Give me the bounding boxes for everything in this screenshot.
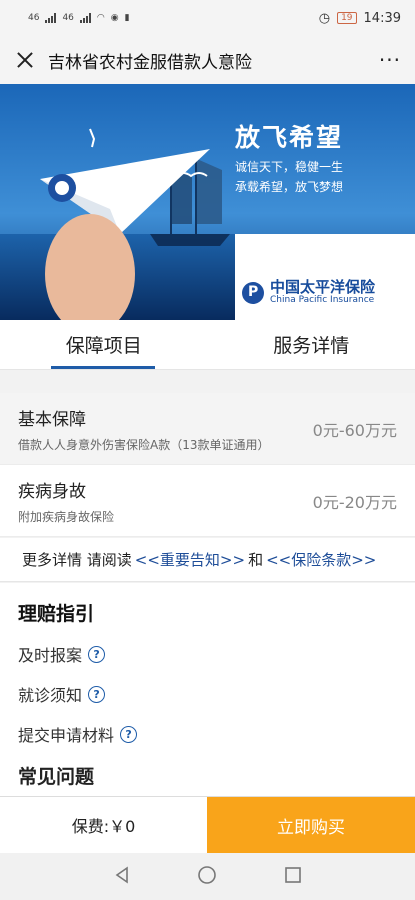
help-icon[interactable]: ? bbox=[88, 645, 106, 663]
bottom-action-bar: 保费:￥0 立即购买 bbox=[0, 796, 415, 853]
notice-prefix: 更多详情 请阅读 bbox=[22, 551, 132, 569]
more-icon[interactable]: ··· bbox=[379, 48, 401, 72]
battery-icon: 19 bbox=[337, 12, 357, 24]
close-icon[interactable] bbox=[14, 49, 36, 71]
claim-item-medical[interactable]: 就诊须知 ? bbox=[18, 682, 397, 706]
status-left: 46 46 ◠ ◉ ▮ bbox=[28, 13, 130, 23]
banner-slogan-2: 承载希望，放飞梦想 bbox=[235, 180, 344, 194]
claim-item-materials[interactable]: 提交申请材料 ? bbox=[18, 722, 397, 746]
tab-coverage[interactable]: 保障项目 bbox=[0, 320, 208, 369]
brand-logo-block: 中国太平洋保险 China Pacific Insurance bbox=[242, 278, 376, 305]
help-icon[interactable]: ? bbox=[120, 725, 138, 743]
coverage-desc: 附加疾病身故保险 bbox=[18, 509, 115, 524]
coverage-row-basic[interactable]: 基本保障 借款人人身意外伤害保险A款（13款单证通用） 0元-60万元 bbox=[0, 393, 415, 465]
coverage-amount: 0元-20万元 bbox=[312, 492, 397, 512]
tab-service-details[interactable]: 服务详情 bbox=[208, 320, 415, 369]
clock: 14:39 bbox=[363, 10, 401, 26]
system-nav-bar bbox=[0, 853, 415, 900]
coverage-name: 基本保障 bbox=[18, 409, 86, 430]
coverage-row-illness[interactable]: 疾病身故 附加疾病身故保险 0元-20万元 bbox=[0, 465, 415, 537]
coverage-amount: 0元-60万元 bbox=[312, 420, 397, 440]
faq-title: 常见问题 bbox=[18, 766, 95, 788]
signal-icon-2 bbox=[79, 13, 91, 23]
claim-item-report[interactable]: 及时报案 ? bbox=[18, 642, 397, 666]
claims-title: 理赔指引 bbox=[18, 603, 95, 625]
wifi-icon: ◠ bbox=[96, 13, 105, 23]
home-icon[interactable] bbox=[197, 865, 217, 889]
alarm-icon: ◷ bbox=[318, 10, 331, 26]
terms-notice: 更多详情 请阅读 <<重要告知>> 和 <<保险条款>> bbox=[0, 538, 415, 582]
signal-icon bbox=[45, 13, 57, 23]
network-label-1: 46 bbox=[28, 13, 40, 23]
network-label-2: 46 bbox=[62, 13, 74, 23]
app-icon: ◉ bbox=[110, 13, 119, 23]
status-right: ◷ 19 14:39 bbox=[319, 11, 401, 26]
banner-headline: 放飞希望 bbox=[235, 123, 344, 152]
app-icon-2: ▮ bbox=[124, 13, 130, 23]
coverage-desc: 借款人人身意外伤害保险A款（13款单证通用） bbox=[18, 437, 270, 452]
brand-name-en: China Pacific Insurance bbox=[270, 294, 375, 305]
claim-item-label: 及时报案 bbox=[18, 646, 83, 665]
brand-name-cn: 中国太平洋保险 bbox=[270, 278, 376, 296]
coverage-name: 疾病身故 bbox=[18, 481, 86, 502]
premium-amount: 保费:￥0 bbox=[0, 797, 207, 853]
claim-item-label: 就诊须知 bbox=[18, 686, 83, 705]
important-notice-link[interactable]: <<重要告知>> bbox=[135, 549, 245, 570]
tab-bar: 保障项目 服务详情 bbox=[0, 320, 415, 370]
recents-icon[interactable] bbox=[284, 866, 302, 888]
insurance-terms-link[interactable]: <<保险条款>> bbox=[266, 549, 376, 570]
buy-now-button[interactable]: 立即购买 bbox=[207, 797, 415, 853]
top-nav: 吉林省农村金服借款人意险 ··· bbox=[0, 36, 415, 84]
claim-item-label: 提交申请材料 bbox=[18, 726, 115, 745]
coverage-list: 基本保障 借款人人身意外伤害保险A款（13款单证通用） 0元-60万元 疾病身故… bbox=[0, 393, 415, 537]
page-title: 吉林省农村金服借款人意险 bbox=[48, 52, 252, 73]
notice-mid: 和 bbox=[248, 551, 264, 569]
banner-slogan-1: 诚信天下，稳健一生 bbox=[235, 160, 344, 174]
help-icon[interactable]: ? bbox=[88, 685, 106, 703]
status-bar: 46 46 ◠ ◉ ▮ ◷ 19 14:39 bbox=[0, 0, 415, 36]
cpic-logo-icon bbox=[242, 281, 264, 304]
back-icon[interactable] bbox=[113, 865, 131, 888]
